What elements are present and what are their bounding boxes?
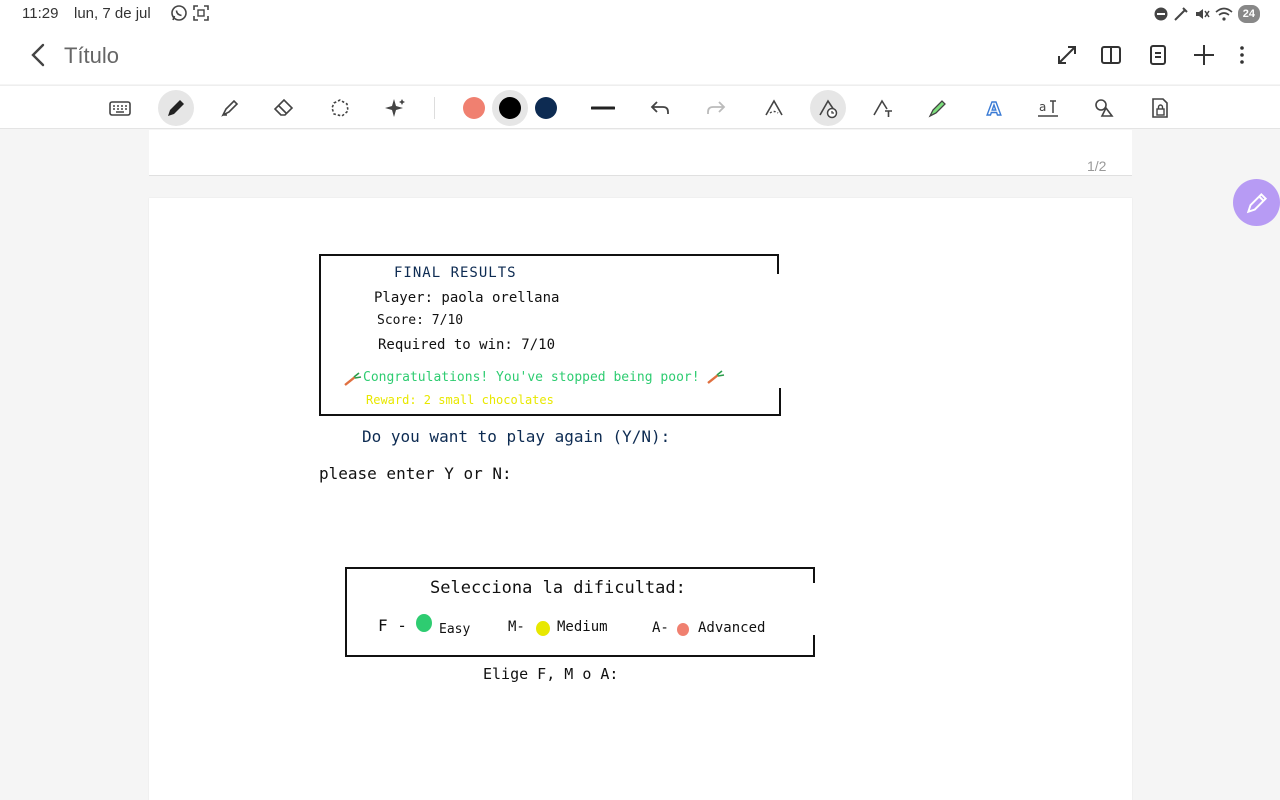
color-swatch-2[interactable]: [492, 90, 528, 126]
svg-text:a: a: [1039, 100, 1046, 114]
drawing-toolbar: A a: [0, 85, 1280, 129]
pen-tool[interactable]: [158, 90, 194, 126]
page-indicator: 1/2: [1087, 158, 1107, 174]
keyboard-tool[interactable]: [102, 90, 138, 126]
eraser-tool[interactable]: [266, 90, 302, 126]
note-title[interactable]: Título: [64, 43, 119, 69]
carrot-icon: [343, 371, 363, 392]
option-f-label: Easy: [439, 622, 471, 637]
add-button[interactable]: [1192, 43, 1216, 67]
book-icon: [1101, 46, 1121, 64]
sparkle-icon: [385, 99, 405, 117]
score-line: Score: 7/10: [377, 313, 464, 328]
option-a-key: A-: [652, 620, 669, 636]
wifi-icon: [1215, 7, 1233, 21]
chevron-left-icon: [31, 43, 45, 67]
pen-text-icon: [873, 99, 892, 117]
more-vertical-icon: [1240, 46, 1244, 64]
more-options-button[interactable]: [1230, 43, 1254, 67]
color-swatch-1[interactable]: [456, 90, 492, 126]
floating-pen-button[interactable]: [1233, 179, 1280, 226]
fullscreen-button[interactable]: [1055, 43, 1079, 67]
color-highlighter-tool[interactable]: [920, 90, 956, 126]
pen-edit-icon: [1246, 192, 1267, 213]
undo-button[interactable]: [642, 90, 678, 126]
letter-a-icon: A: [986, 98, 1001, 120]
expand-icon: [1058, 46, 1076, 64]
page-list-button[interactable]: [1146, 43, 1170, 67]
option-a-label: Advanced: [698, 620, 766, 636]
status-icons: 24: [1154, 4, 1260, 24]
text-pen-tool[interactable]: [865, 90, 901, 126]
page-1-bottom: [149, 130, 1132, 176]
stroke-width-icon: [591, 106, 615, 110]
pen-clock-icon: [819, 99, 838, 119]
mute-icon: [1195, 9, 1210, 19]
app-header: Título: [0, 28, 1280, 84]
lasso-pen-tool[interactable]: [756, 90, 792, 126]
box-stroke: [813, 635, 815, 657]
box-stroke: [779, 388, 781, 416]
box-stroke: [777, 254, 779, 274]
congrats-line: Congratulations! You've stopped being po…: [363, 370, 700, 385]
lasso-icon: [331, 99, 349, 117]
green-dot: [416, 614, 432, 632]
pen-icon: [168, 100, 184, 116]
ai-tool[interactable]: [378, 90, 414, 126]
shapes-tool[interactable]: [1086, 90, 1122, 126]
elige-prompt: Elige F, M o A:: [483, 665, 619, 683]
text-style-tool[interactable]: A: [976, 90, 1012, 126]
black-swatch: [499, 97, 521, 119]
battery-indicator: 24: [1237, 5, 1260, 23]
results-box: [319, 254, 781, 416]
lock-page-tool[interactable]: [1142, 90, 1178, 126]
toolbar-divider: [434, 97, 435, 119]
plus-icon: [1194, 45, 1214, 65]
text-format-tool[interactable]: a: [1030, 90, 1066, 126]
color-swatch-3[interactable]: [528, 90, 564, 126]
salmon-swatch: [463, 97, 485, 119]
green-highlighter-icon: [928, 100, 946, 118]
highlighter-icon: [221, 99, 239, 117]
required-line: Required to win: 7/10: [378, 337, 556, 353]
redo-icon: [707, 101, 726, 114]
final-results-title: FINAL RESULTS: [394, 265, 517, 281]
eraser-icon: [273, 98, 294, 116]
keyboard-icon: [109, 101, 131, 116]
stroke-width-tool[interactable]: [585, 90, 621, 126]
screenshot-icon: [192, 4, 210, 22]
pen-timer-tool[interactable]: [810, 90, 846, 126]
whatsapp-icon: [170, 4, 188, 22]
status-date: lun, 7 de jul: [74, 5, 151, 22]
reading-mode-button[interactable]: [1099, 43, 1123, 67]
document-icon: [1150, 45, 1166, 65]
back-button[interactable]: [26, 42, 52, 68]
dnd-icon: [1154, 7, 1168, 21]
yellow-dot: [536, 621, 550, 636]
highlighter-tool[interactable]: [212, 90, 248, 126]
status-bar: 11:29 lun, 7 de jul 24: [0, 0, 1280, 28]
player-line: Player: paola orellana: [374, 290, 560, 306]
enter-prompt: please enter Y or N:: [319, 464, 512, 483]
option-f-key: F -: [378, 616, 407, 635]
svg-text:A: A: [987, 99, 1001, 120]
lasso-tool[interactable]: [322, 90, 358, 126]
lock-page-icon: [1152, 98, 1168, 118]
box-stroke: [813, 567, 815, 583]
option-m-label: Medium: [557, 619, 608, 635]
navy-swatch: [535, 97, 557, 119]
pen-lasso-icon: [765, 99, 783, 116]
reward-line: Reward: 2 small chocolates: [366, 393, 554, 407]
undo-icon: [650, 101, 669, 114]
carrot-icon: [706, 369, 726, 390]
pen-connected-icon: [1174, 7, 1188, 21]
redo-button[interactable]: [698, 90, 734, 126]
option-m-key: M-: [508, 619, 525, 635]
play-again-prompt: Do you want to play again (Y/N):: [362, 427, 671, 446]
shapes-icon: [1095, 99, 1114, 117]
salmon-dot: [677, 623, 689, 636]
status-time: 11:29: [22, 5, 59, 22]
difficulty-title: Selecciona la dificultad:: [430, 578, 686, 598]
text-size-icon: a: [1038, 100, 1058, 117]
